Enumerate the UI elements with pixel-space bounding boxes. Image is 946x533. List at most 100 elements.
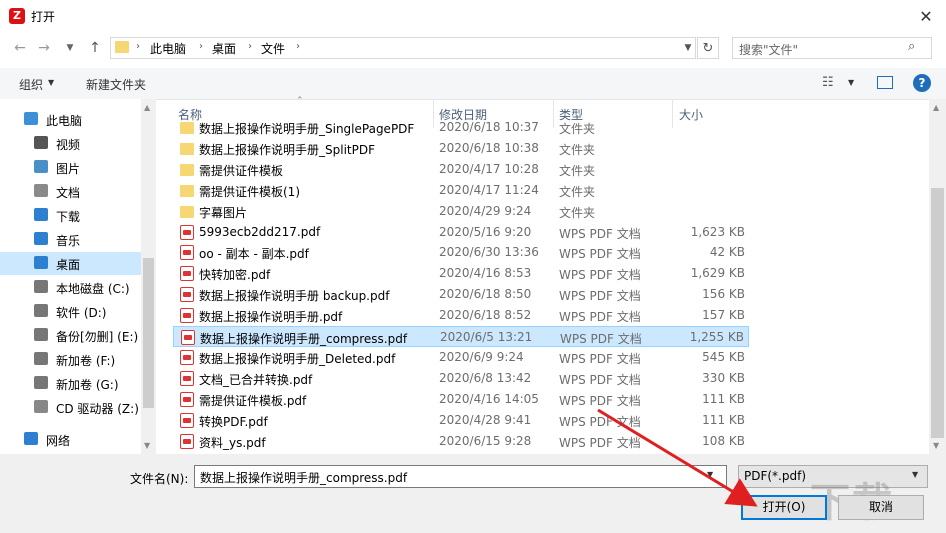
file-row[interactable]: 数据上报操作说明手册_SinglePagePDF 2020/6/18 10:37 文… (173, 117, 749, 138)
nav-item[interactable]: 新加卷 (F:) (0, 348, 141, 371)
chevron-down-icon[interactable]: ▼ (912, 470, 918, 479)
close-button[interactable]: ✕ (906, 0, 946, 32)
nav-item[interactable]: 备份[勿删] (E:) (0, 324, 141, 347)
arrow-right-icon: → (38, 40, 50, 56)
refresh-icon: ↻ (702, 40, 714, 56)
drive-icon (34, 352, 48, 365)
file-type: WPS PDF 文档 (559, 372, 641, 387)
file-type: WPS PDF 文档 (559, 289, 641, 304)
title-bar (0, 0, 946, 32)
open-button[interactable]: 打开(O) (741, 495, 827, 520)
cancel-button[interactable]: 取消 (838, 495, 924, 520)
file-size: 1,629 KB (690, 266, 745, 281)
forward-button[interactable]: → (34, 38, 54, 58)
file-name: 数据上报操作说明手册_Deleted.pdf (199, 351, 396, 366)
file-size: 111 KB (702, 391, 745, 406)
file-row[interactable]: 需提供证件模板 2020/4/17 10:28 文件夹 (173, 159, 749, 180)
up-button[interactable]: ↑ (85, 38, 105, 58)
new-folder-button[interactable]: 新建文件夹 (86, 76, 146, 93)
file-row[interactable]: 字幕图片 2020/4/29 9:24 文件夹 (173, 201, 749, 222)
file-row[interactable]: 数据上报操作说明手册_SplitPDF 2020/6/18 10:38 文件夹 (173, 138, 749, 159)
filename-label: 文件名(N): (130, 472, 189, 486)
nav-item[interactable]: 下载 (0, 204, 141, 227)
nav-item[interactable]: 软件 (D:) (0, 300, 141, 323)
breadcrumb-item[interactable]: 此电脑 (150, 40, 186, 57)
nav-item[interactable]: 此电脑 (0, 108, 141, 131)
scroll-down-icon[interactable]: ▼ (144, 441, 150, 450)
file-row[interactable]: 数据上报操作说明手册_compress.pdf 2020/6/5 13:21 WPS… (173, 326, 749, 347)
file-date: 2020/6/18 10:37 (439, 120, 539, 134)
nav-item-label: 此电脑 (46, 114, 83, 128)
file-name: 字幕图片 (199, 205, 248, 220)
nav-item[interactable]: 网络 (0, 428, 141, 451)
file-row[interactable]: 5993ecb2dd217.pdf 2020/5/16 9:20 WPS PDF 文… (173, 222, 749, 243)
chevron-down-icon[interactable]: ▼ (707, 470, 713, 479)
nav-scrollbar-thumb[interactable] (143, 258, 154, 408)
file-size: 42 KB (709, 245, 745, 260)
chevron-down-icon: ▼ (66, 43, 74, 53)
file-row[interactable]: 需提供证件模板(1) 2020/4/17 11:24 文件夹 (173, 180, 749, 201)
pdf-file-icon (180, 245, 194, 261)
computer-icon (24, 112, 38, 125)
filename-input[interactable]: 数据上报操作说明手册_compress.pdf (194, 465, 727, 488)
pdf-file-icon (181, 330, 195, 345)
file-size: 1,255 KB (689, 330, 744, 344)
file-size: 108 KB (702, 433, 745, 448)
pdf-file-icon (180, 308, 194, 324)
file-date: 2020/5/16 9:20 (439, 224, 532, 239)
refresh-button[interactable]: ↻ (697, 37, 719, 59)
file-row[interactable]: 数据上报操作说明手册.pdf 2020/6/18 8:52 WPS PDF 文档 15… (173, 305, 749, 326)
address-bar[interactable] (110, 37, 696, 59)
nav-item[interactable]: 本地磁盘 (C:) (0, 276, 141, 299)
recent-locations-button[interactable]: ▼ (60, 38, 80, 58)
file-size: 545 KB (702, 349, 745, 364)
scroll-up-icon[interactable]: ▲ (933, 103, 939, 112)
help-icon[interactable]: ? (913, 74, 931, 92)
chevron-down-icon[interactable]: ▼ (848, 78, 854, 87)
file-list-scrollbar-thumb[interactable] (931, 188, 944, 438)
preview-pane-icon[interactable] (877, 76, 893, 89)
nav-item[interactable]: CD 驱动器 (Z:) (0, 396, 141, 419)
drive-icon (34, 376, 48, 389)
nav-item[interactable]: 音乐 (0, 228, 141, 251)
nav-item[interactable]: 视频 (0, 132, 141, 155)
file-row[interactable]: 数据上报操作说明手册 backup.pdf 2020/6/18 8:50 WPS P… (173, 284, 749, 305)
file-row[interactable]: 快转加密.pdf 2020/4/16 8:53 WPS PDF 文档 1,629 KB (173, 263, 749, 284)
nav-item[interactable]: 图片 (0, 156, 141, 179)
pdf-file-icon (180, 370, 194, 386)
folder-icon (115, 41, 129, 53)
arrow-up-icon: ↑ (89, 40, 101, 56)
organize-button[interactable]: 组织 (19, 76, 43, 93)
chevron-down-icon: ▼ (48, 78, 55, 87)
file-row[interactable]: 文档_已合并转换.pdf 2020/6/8 13:42 WPS PDF 文档 330 … (173, 368, 749, 389)
breadcrumb-item[interactable]: 桌面 (212, 40, 236, 57)
file-type: WPS PDF 文档 (559, 393, 641, 408)
file-date: 2020/6/18 8:52 (439, 308, 532, 323)
file-row[interactable]: 数据上报操作说明手册_Deleted.pdf 2020/6/9 9:24 WPS P… (173, 347, 749, 368)
address-dropdown-button[interactable]: ▼ (680, 38, 696, 58)
scroll-down-icon[interactable]: ▼ (933, 441, 939, 450)
scroll-up-icon[interactable]: ▲ (144, 103, 150, 112)
nav-item[interactable]: 文档 (0, 180, 141, 203)
file-row[interactable]: 需提供证件模板.pdf 2020/4/16 14:05 WPS PDF 文档 111 … (173, 389, 749, 410)
file-row[interactable]: oo - 副本 - 副本.pdf 2020/6/30 13:36 WPS PDF 文… (173, 242, 749, 263)
sort-ascending-icon: ⌃ (296, 96, 304, 106)
nav-item-label: 新加卷 (F:) (56, 354, 116, 368)
file-date: 2020/6/9 9:24 (439, 349, 524, 364)
music-icon (34, 232, 48, 245)
nav-item-label: CD 驱动器 (Z:) (56, 402, 139, 416)
file-row[interactable]: 资料_ys.pdf 2020/6/15 9:28 WPS PDF 文档 108 KB (173, 431, 749, 452)
nav-item-label: 下载 (56, 210, 81, 224)
breadcrumb-item[interactable]: 文件 (261, 40, 285, 57)
search-icon[interactable]: ⌕ (908, 39, 915, 54)
nav-item[interactable]: 桌面 (0, 252, 141, 275)
file-row[interactable]: 转换PDF.pdf 2020/4/28 9:41 WPS PDF 文档 111 KB (173, 410, 749, 431)
nav-item[interactable]: 新加卷 (G:) (0, 372, 141, 395)
file-name: 5993ecb2dd217.pdf (199, 224, 321, 239)
window-title: 打开 (31, 10, 56, 24)
file-date: 2020/4/17 10:28 (439, 161, 539, 176)
file-name: 数据上报操作说明手册_SplitPDF (199, 142, 375, 157)
file-name: 资料_ys.pdf (199, 435, 266, 450)
view-options-icon[interactable]: ☷ (822, 75, 834, 90)
back-button[interactable]: ← (10, 38, 30, 58)
